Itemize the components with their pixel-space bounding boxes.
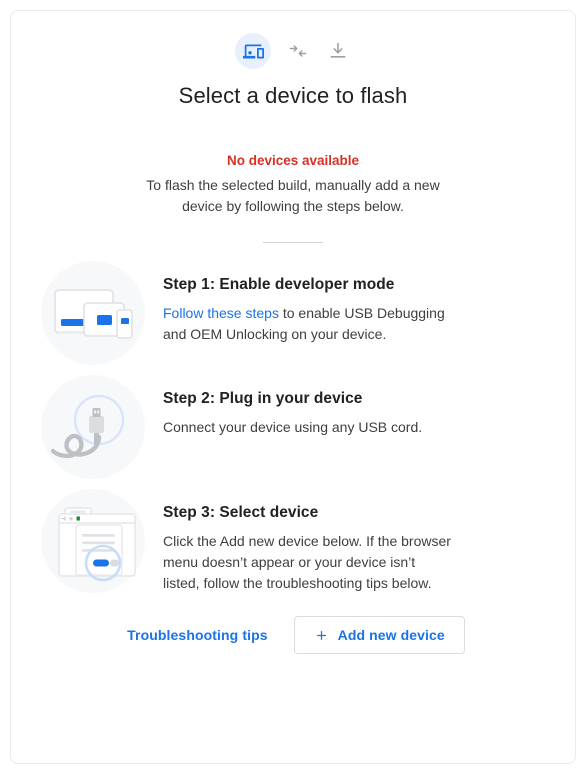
- step-2-title: Step 2: Plug in your device: [163, 390, 363, 407]
- page-title: Select a device to flash: [178, 83, 408, 108]
- step-1-body: Step 1: Enable developer mode Follow the…: [145, 261, 561, 345]
- section-divider: [263, 242, 323, 243]
- devices-icon-chip[interactable]: [235, 33, 271, 69]
- status-error-text: No devices available: [226, 153, 360, 168]
- step-3-title: Step 3: Select device: [163, 504, 319, 521]
- action-bar: Troubleshooting tips Add new device: [11, 616, 575, 654]
- follow-these-steps-link[interactable]: Follow these steps: [163, 305, 279, 321]
- status-description: To flash the selected build, manually ad…: [146, 177, 440, 214]
- connect-arrows-icon-wrap[interactable]: [285, 38, 311, 64]
- connect-arrows-icon: [289, 45, 307, 57]
- step-2-body: Step 2: Plug in your device Connect your…: [145, 375, 561, 438]
- add-new-device-label: Add new device: [337, 627, 445, 643]
- step-item-2: Step 2: Plug in your device Connect your…: [11, 375, 575, 479]
- add-new-device-button[interactable]: Add new device: [293, 616, 465, 654]
- step-3-body: Step 3: Select device Click the Add new …: [145, 489, 561, 594]
- download-icon: [330, 42, 346, 58]
- browser-dialog-illustration: [58, 507, 136, 582]
- step-2-description: Connect your device using any USB cord.: [163, 419, 423, 435]
- step-1-description: Follow these steps to enable USB Debuggi…: [163, 303, 455, 345]
- step-item-3: Step 3: Select device Click the Add new …: [11, 489, 575, 594]
- step-item-1: Step 1: Enable developer mode Follow the…: [11, 261, 575, 365]
- steps-list: Step 1: Enable developer mode Follow the…: [11, 261, 575, 594]
- device-selection-card: Select a device to flash No devices avai…: [10, 10, 576, 764]
- step-2-illustration: [41, 375, 145, 479]
- step-3-description: Click the Add new device below. If the b…: [163, 533, 451, 591]
- devices-illustration: [54, 289, 133, 339]
- step-1-illustration: [41, 261, 145, 365]
- step-3-illustration: [41, 489, 145, 593]
- progress-icon-row: [11, 11, 575, 69]
- plus-icon: [314, 628, 329, 643]
- troubleshooting-tips-button[interactable]: Troubleshooting tips: [121, 619, 273, 651]
- download-icon-wrap[interactable]: [325, 38, 351, 64]
- devices-icon: [242, 44, 264, 58]
- usb-cable-illustration: [50, 394, 125, 459]
- step-1-title: Step 1: Enable developer mode: [163, 276, 395, 293]
